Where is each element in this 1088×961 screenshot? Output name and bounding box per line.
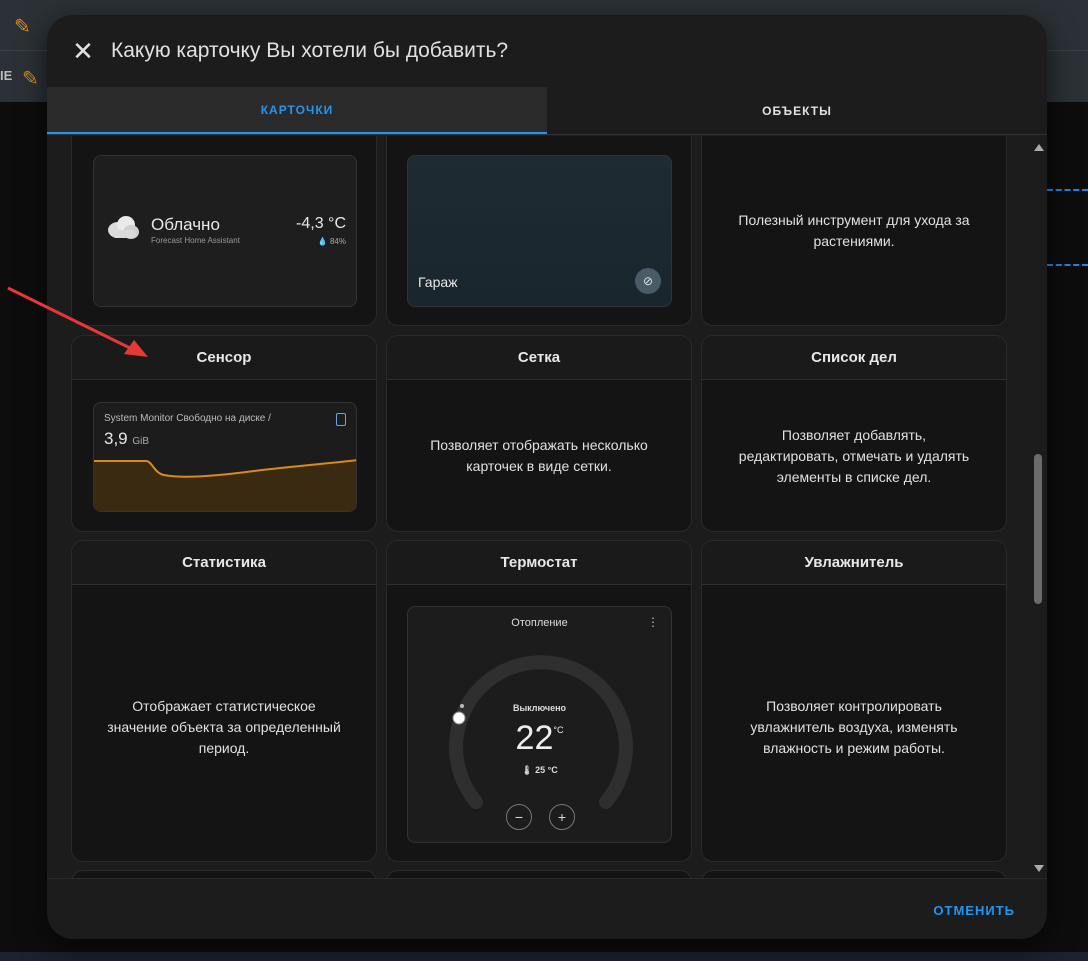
background-label: IE [0, 68, 13, 83]
cancel-button[interactable]: ОТМЕНИТЬ [933, 903, 1015, 918]
sensor-preview: System Monitor Свободно на диске / 3,9 G… [93, 402, 357, 512]
dashed-guide [1047, 189, 1088, 191]
scrollbar[interactable] [1031, 136, 1047, 878]
dashed-guide [1047, 264, 1088, 266]
weather-condition: Облачно [151, 215, 220, 234]
card-option[interactable] [386, 870, 692, 878]
sensor-name: System Monitor Свободно на диске / [104, 413, 271, 424]
statistic-description: Отображает статистическое значение объек… [107, 698, 341, 756]
thermostat-state: Выключено [512, 703, 567, 713]
statistic-card-option[interactable]: Статистика Отображает статистическое зна… [71, 540, 377, 862]
card-option[interactable] [701, 870, 1007, 878]
thermostat-current-value: 25 °C [535, 765, 558, 775]
garage-label: Гараж [418, 274, 458, 290]
thermometer-icon: 🌡 [521, 765, 533, 775]
thermostat-name: Отопление [511, 617, 568, 629]
more-vert-icon: ⋮ [647, 615, 659, 629]
no-camera-icon: ⊘ [635, 268, 661, 294]
grid-description: Позволяет отображать несколько карточек … [430, 437, 648, 474]
scroll-down-arrow-icon[interactable] [1034, 865, 1044, 872]
sensor-unit: GiB [132, 436, 150, 447]
plant-card-option[interactable]: Полезный инструмент для ухода за растени… [701, 136, 1007, 326]
thermostat-target-value: 22 [515, 719, 554, 757]
harddisk-icon [336, 413, 346, 426]
sensor-graph [94, 459, 356, 511]
dialog-tabs: КАРТОЧКИ ОБЪЕКТЫ [47, 87, 1047, 135]
humidifier-card-option[interactable]: Увлажнитель Позволяет контролировать увл… [701, 540, 1007, 862]
cloud-icon [108, 216, 139, 239]
increase-temperature-button[interactable]: + [549, 804, 575, 830]
edit-pencil-icon[interactable]: ✎ [14, 14, 31, 39]
edit-pencil-icon[interactable]: ✎ [22, 66, 39, 91]
todo-card-option[interactable]: Список дел Позволяет добавлять, редактир… [701, 335, 1007, 532]
humidifier-description: Позволяет контролировать увлажнитель воз… [750, 698, 958, 756]
thermostat-target-unit: °C [553, 725, 564, 735]
picture-card-option[interactable]: Гараж ⊘ [386, 136, 692, 326]
card-picker-grid: Облачно Forecast Home Assistant -4,3 °C … [47, 136, 1047, 878]
app-footer-strip [0, 952, 1088, 961]
thermostat-preview: Отопление ⋮ Выключено 22°C 🌡 25 °C − + [407, 606, 672, 843]
tab-cards[interactable]: КАРТОЧКИ [47, 87, 547, 134]
sensor-value-number: 3,9 [104, 429, 128, 448]
dialog-title: Какую карточку Вы хотели бы добавить? [111, 39, 509, 62]
statistic-card-title: Статистика [72, 541, 376, 585]
thermostat-card-title: Термостат [387, 541, 691, 585]
thermostat-card-option[interactable]: Термостат Отопление ⋮ Выключено 22°C 🌡 2… [386, 540, 692, 862]
grid-card-title: Сетка [387, 336, 691, 380]
plant-description: Полезный инструмент для ухода за растени… [738, 212, 970, 249]
dialog-header: ✕ Какую карточку Вы хотели бы добавить? [47, 15, 1047, 87]
tab-entities[interactable]: ОБЪЕКТЫ [547, 87, 1047, 134]
scroll-up-arrow-icon[interactable] [1034, 144, 1044, 151]
dialog-footer: ОТМЕНИТЬ [47, 878, 1047, 939]
thermostat-target: 22°C [408, 719, 671, 758]
todo-card-title: Список дел [702, 336, 1006, 380]
thermostat-current: 🌡 25 °C [408, 765, 671, 776]
decrease-temperature-button[interactable]: − [506, 804, 532, 830]
close-icon[interactable]: ✕ [71, 36, 95, 66]
humidifier-card-title: Увлажнитель [702, 541, 1006, 585]
scroll-thumb[interactable] [1034, 454, 1042, 604]
garage-preview: Гараж ⊘ [407, 155, 672, 307]
todo-description: Позволяет добавлять, редактировать, отме… [738, 427, 970, 485]
water-drop-icon: 💧 [317, 237, 330, 246]
card-option[interactable] [71, 870, 377, 878]
sensor-value: 3,9 GiB [104, 429, 149, 449]
add-card-dialog: ✕ Какую карточку Вы хотели бы добавить? … [47, 15, 1047, 939]
weather-temperature: -4,3 °C [296, 215, 346, 232]
weather-humidity: 💧 84% [318, 237, 346, 246]
grid-card-option[interactable]: Сетка Позволяет отображать несколько кар… [386, 335, 692, 532]
weather-humidity-value: 84% [329, 237, 346, 246]
annotation-arrow-icon [7, 286, 148, 357]
weather-source: Forecast Home Assistant [151, 236, 240, 245]
